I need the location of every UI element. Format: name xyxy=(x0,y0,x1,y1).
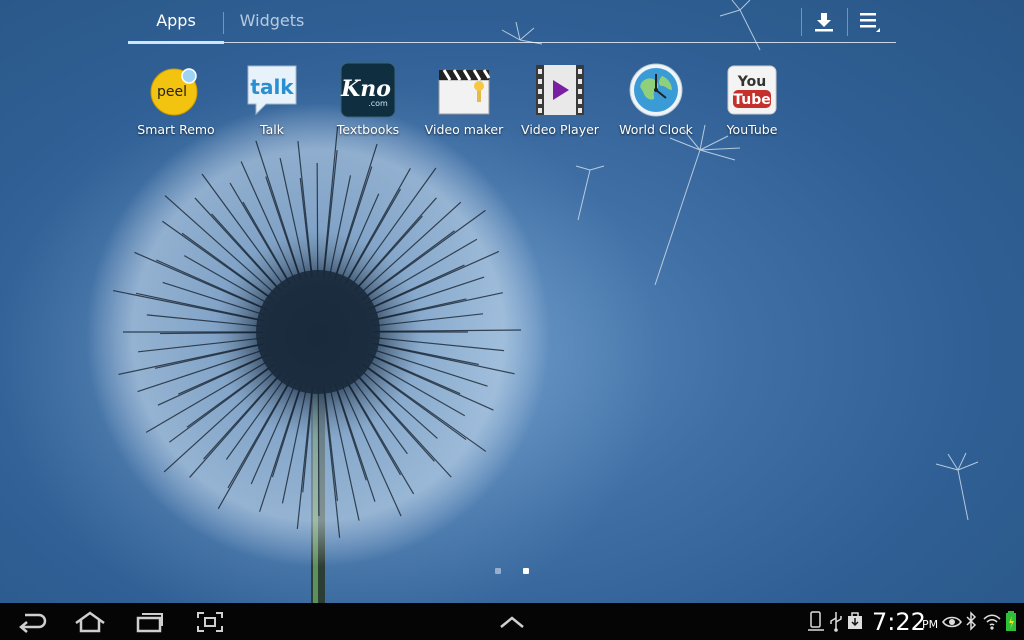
toolbar-separator xyxy=(847,8,848,36)
usb-icon xyxy=(830,612,842,632)
smart-stay-eye-icon xyxy=(942,616,962,628)
peel-smart-remote-icon: peel xyxy=(148,62,204,118)
app-smart-remote[interactable]: peel Smart Remo xyxy=(128,62,224,137)
phone-connected-icon xyxy=(808,611,824,631)
screenshot-button[interactable] xyxy=(190,606,230,638)
app-talk[interactable]: talk Talk xyxy=(224,62,320,137)
app-label: Video maker xyxy=(424,122,504,137)
video-maker-icon xyxy=(436,62,492,118)
tab-apps[interactable]: Apps xyxy=(128,0,224,44)
app-label: Smart Remo xyxy=(137,122,215,137)
dandelion-seed-strand xyxy=(316,162,319,278)
up-arrow-icon xyxy=(500,616,524,628)
video-player-icon xyxy=(532,62,588,118)
home-icon xyxy=(75,611,105,633)
peel-logo-text: peel xyxy=(157,84,187,100)
tab-apps-selected-indicator xyxy=(128,41,224,44)
download-icon xyxy=(815,13,833,32)
download-button[interactable] xyxy=(804,6,844,38)
app-world-clock[interactable]: World Clock xyxy=(608,62,704,137)
app-label: Talk xyxy=(260,122,284,137)
wifi-icon xyxy=(983,614,1001,630)
talk-logo-text: talk xyxy=(250,75,294,99)
app-label: YouTube xyxy=(726,122,778,137)
bluetooth-icon xyxy=(966,611,977,631)
status-clock-time: 7:22 xyxy=(872,608,926,636)
youtube-icon: You Tube xyxy=(724,62,780,118)
youtube-logo-text-bottom: Tube xyxy=(733,92,771,108)
screenshot-icon xyxy=(197,612,223,632)
battery-charging-icon xyxy=(1006,611,1016,631)
menu-icon xyxy=(860,13,880,32)
system-navigation-bar: 7:22 PM xyxy=(0,603,1024,640)
page-indicator-dot[interactable] xyxy=(495,568,501,574)
status-clock-ampm: PM xyxy=(922,618,939,631)
youtube-logo-text-top: You xyxy=(737,74,766,90)
talk-icon: talk xyxy=(244,62,300,118)
mini-apps-tray-button[interactable] xyxy=(492,606,532,638)
world-clock-icon xyxy=(628,62,684,118)
recent-apps-button[interactable] xyxy=(130,606,170,638)
app-video-player[interactable]: Video Player xyxy=(512,62,608,137)
back-icon xyxy=(19,613,47,633)
kno-textbooks-icon: Kno .com xyxy=(340,62,396,118)
app-label: World Clock xyxy=(619,122,693,137)
tab-widgets-label: Widgets xyxy=(239,11,305,30)
app-youtube[interactable]: You Tube YouTube xyxy=(704,62,800,137)
app-textbooks[interactable]: Kno .com Textbooks xyxy=(320,62,416,137)
kno-logo-subtext: .com xyxy=(368,99,388,108)
back-button[interactable] xyxy=(12,606,52,638)
dandelion-seed-strand xyxy=(317,386,320,517)
app-label: Textbooks xyxy=(336,122,400,137)
app-drawer-tabbar: Apps Widgets xyxy=(128,0,896,44)
download-complete-icon xyxy=(848,612,862,629)
home-button[interactable] xyxy=(70,606,110,638)
menu-button[interactable] xyxy=(850,6,890,38)
app-video-maker[interactable]: Video maker xyxy=(416,62,512,137)
app-label: Video Player xyxy=(521,122,599,137)
page-indicator-dot-current[interactable] xyxy=(523,568,529,574)
tab-apps-label: Apps xyxy=(156,11,196,30)
toolbar-separator xyxy=(801,8,802,36)
tab-widgets[interactable]: Widgets xyxy=(224,0,320,44)
recent-apps-icon xyxy=(136,613,163,633)
